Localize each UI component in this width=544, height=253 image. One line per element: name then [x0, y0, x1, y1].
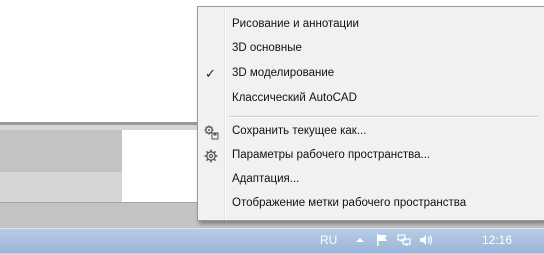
workspace-switching-menu: Рисование и аннотации 3D основные ✓ 3D м… — [197, 6, 544, 221]
language-indicator[interactable]: RU — [320, 233, 337, 247]
menu-item-customize[interactable]: Адаптация... — [198, 169, 544, 191]
menu-item-drafting-annotation[interactable]: Рисование и аннотации — [198, 14, 544, 36]
clock[interactable]: 12:16 — [482, 233, 512, 247]
menu-separator — [228, 116, 538, 118]
windows-taskbar: RU 12:16 — [0, 228, 544, 253]
gear-icon — [203, 148, 219, 164]
action-center-flag-icon[interactable] — [374, 232, 390, 248]
menu-item-label: 3D основные — [232, 42, 302, 54]
show-hidden-icons-icon[interactable] — [352, 232, 368, 248]
panel-left-block — [0, 130, 122, 172]
menu-item-3d-modeling[interactable]: ✓ 3D моделирование — [198, 63, 544, 85]
save-workspace-icon — [203, 124, 219, 140]
menu-item-save-current-as[interactable]: Сохранить текущее как... — [198, 121, 544, 143]
menu-item-label: Адаптация... — [232, 173, 300, 185]
menu-item-autocad-classic[interactable]: Классический AutoCAD — [198, 88, 544, 110]
volume-icon[interactable] — [418, 232, 434, 248]
menu-item-label: Сохранить текущее как... — [232, 125, 367, 137]
checkmark-icon: ✓ — [205, 66, 216, 81]
menu-item-label: 3D моделирование — [232, 67, 335, 79]
menu-item-workspace-settings[interactable]: Параметры рабочего пространства... — [198, 145, 544, 167]
menu-item-display-workspace-label[interactable]: Отображение метки рабочего пространства — [198, 193, 544, 215]
menu-item-label: Параметры рабочего пространства... — [232, 149, 431, 161]
menu-item-label: Классический AutoCAD — [232, 92, 357, 104]
menu-item-3d-basics[interactable]: 3D основные — [198, 38, 544, 60]
network-icon[interactable] — [396, 232, 412, 248]
menu-item-label: Рисование и аннотации — [232, 18, 359, 30]
menu-item-label: Отображение метки рабочего пространства — [232, 197, 467, 209]
